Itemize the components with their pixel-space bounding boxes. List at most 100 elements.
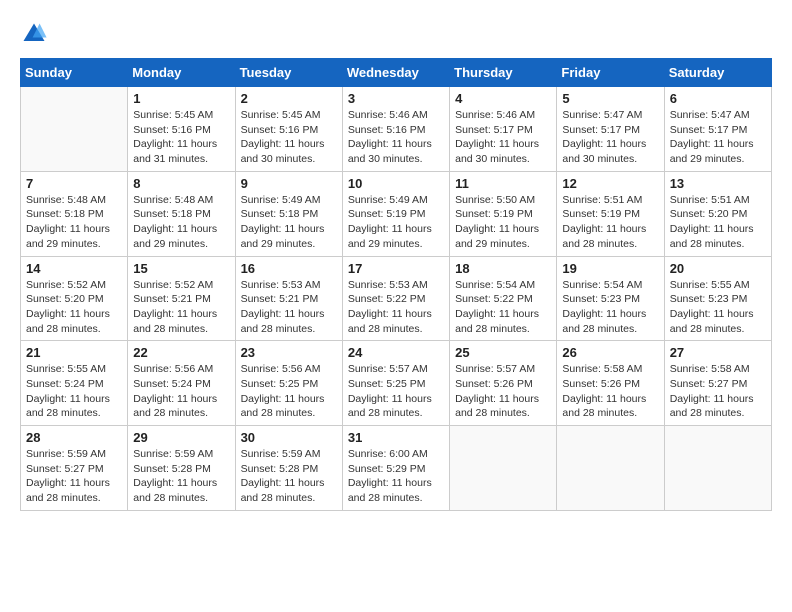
day-detail: Sunrise: 5:49 AMSunset: 5:19 PMDaylight:…: [348, 193, 444, 252]
day-number: 27: [670, 345, 766, 360]
day-number: 7: [26, 176, 122, 191]
calendar-cell: 10 Sunrise: 5:49 AMSunset: 5:19 PMDayligh…: [342, 171, 449, 256]
calendar-cell: 19 Sunrise: 5:54 AMSunset: 5:23 PMDayligh…: [557, 256, 664, 341]
day-detail: Sunrise: 5:47 AMSunset: 5:17 PMDaylight:…: [670, 108, 766, 167]
logo: [20, 20, 52, 48]
calendar-cell: 17Sunrise: 5:53 AMSunset: 5:22 PMDayligh…: [342, 256, 449, 341]
day-detail: Sunrise: 5:48 AMSunset: 5:18 PMDaylight:…: [26, 193, 122, 252]
day-detail: Sunrise: 5:45 AMSunset: 5:16 PMDaylight:…: [241, 108, 337, 167]
day-detail: Sunrise: 5:50 AMSunset: 5:19 PMDaylight:…: [455, 193, 551, 252]
day-number: 13: [670, 176, 766, 191]
calendar-cell: 31 Sunrise: 6:00 AMSunset: 5:29 PMDayligh…: [342, 426, 449, 511]
day-number: 10: [348, 176, 444, 191]
logo-icon: [20, 20, 48, 48]
day-number: 14: [26, 261, 122, 276]
day-detail: Sunrise: 5:57 AMSunset: 5:26 PMDaylight:…: [455, 362, 551, 421]
header-wednesday: Wednesday: [342, 59, 449, 87]
day-detail: Sunrise: 5:46 AMSunset: 5:16 PMDaylight:…: [348, 108, 444, 167]
calendar-header-row: SundayMondayTuesdayWednesdayThursdayFrid…: [21, 59, 772, 87]
day-number: 26: [562, 345, 658, 360]
day-number: 18: [455, 261, 551, 276]
day-number: 12: [562, 176, 658, 191]
day-detail: Sunrise: 5:47 AMSunset: 5:17 PMDaylight:…: [562, 108, 658, 167]
day-number: 2: [241, 91, 337, 106]
day-number: 19: [562, 261, 658, 276]
calendar-cell: 1 Sunrise: 5:45 AMSunset: 5:16 PMDaylight…: [128, 87, 235, 172]
day-detail: Sunrise: 5:55 AMSunset: 5:24 PMDaylight:…: [26, 362, 122, 421]
calendar: SundayMondayTuesdayWednesdayThursdayFrid…: [20, 58, 772, 511]
day-detail: Sunrise: 5:53 AMSunset: 5:21 PMDaylight:…: [241, 278, 337, 337]
day-detail: Sunrise: 5:51 AMSunset: 5:20 PMDaylight:…: [670, 193, 766, 252]
week-row-5: 28 Sunrise: 5:59 AMSunset: 5:27 PMDayligh…: [21, 426, 772, 511]
day-detail: Sunrise: 5:56 AMSunset: 5:25 PMDaylight:…: [241, 362, 337, 421]
calendar-cell: 2 Sunrise: 5:45 AMSunset: 5:16 PMDaylight…: [235, 87, 342, 172]
calendar-cell: 5 Sunrise: 5:47 AMSunset: 5:17 PMDaylight…: [557, 87, 664, 172]
calendar-cell: 13 Sunrise: 5:51 AMSunset: 5:20 PMDayligh…: [664, 171, 771, 256]
header-monday: Monday: [128, 59, 235, 87]
day-detail: Sunrise: 5:58 AMSunset: 5:26 PMDaylight:…: [562, 362, 658, 421]
day-number: 28: [26, 430, 122, 445]
day-detail: Sunrise: 5:52 AMSunset: 5:21 PMDaylight:…: [133, 278, 229, 337]
calendar-cell: [664, 426, 771, 511]
calendar-cell: 30 Sunrise: 5:59 AMSunset: 5:28 PMDayligh…: [235, 426, 342, 511]
day-detail: Sunrise: 5:53 AMSunset: 5:22 PMDaylight:…: [348, 278, 444, 337]
header-friday: Friday: [557, 59, 664, 87]
day-detail: Sunrise: 5:59 AMSunset: 5:27 PMDaylight:…: [26, 447, 122, 506]
day-detail: Sunrise: 5:45 AMSunset: 5:16 PMDaylight:…: [133, 108, 229, 167]
calendar-cell: [450, 426, 557, 511]
day-number: 25: [455, 345, 551, 360]
day-detail: Sunrise: 5:59 AMSunset: 5:28 PMDaylight:…: [133, 447, 229, 506]
calendar-cell: 23 Sunrise: 5:56 AMSunset: 5:25 PMDayligh…: [235, 341, 342, 426]
day-detail: Sunrise: 5:56 AMSunset: 5:24 PMDaylight:…: [133, 362, 229, 421]
header: [20, 20, 772, 48]
day-number: 8: [133, 176, 229, 191]
day-number: 20: [670, 261, 766, 276]
calendar-cell: 14 Sunrise: 5:52 AMSunset: 5:20 PMDayligh…: [21, 256, 128, 341]
calendar-cell: 21 Sunrise: 5:55 AMSunset: 5:24 PMDayligh…: [21, 341, 128, 426]
day-detail: Sunrise: 6:00 AMSunset: 5:29 PMDaylight:…: [348, 447, 444, 506]
week-row-4: 21 Sunrise: 5:55 AMSunset: 5:24 PMDayligh…: [21, 341, 772, 426]
day-number: 11: [455, 176, 551, 191]
calendar-cell: 25 Sunrise: 5:57 AMSunset: 5:26 PMDayligh…: [450, 341, 557, 426]
day-number: 1: [133, 91, 229, 106]
header-saturday: Saturday: [664, 59, 771, 87]
header-sunday: Sunday: [21, 59, 128, 87]
day-detail: Sunrise: 5:48 AMSunset: 5:18 PMDaylight:…: [133, 193, 229, 252]
calendar-cell: 7 Sunrise: 5:48 AMSunset: 5:18 PMDaylight…: [21, 171, 128, 256]
calendar-cell: 11 Sunrise: 5:50 AMSunset: 5:19 PMDayligh…: [450, 171, 557, 256]
week-row-2: 7 Sunrise: 5:48 AMSunset: 5:18 PMDaylight…: [21, 171, 772, 256]
day-number: 21: [26, 345, 122, 360]
calendar-cell: 6 Sunrise: 5:47 AMSunset: 5:17 PMDaylight…: [664, 87, 771, 172]
day-detail: Sunrise: 5:54 AMSunset: 5:22 PMDaylight:…: [455, 278, 551, 337]
day-detail: Sunrise: 5:52 AMSunset: 5:20 PMDaylight:…: [26, 278, 122, 337]
day-number: 23: [241, 345, 337, 360]
day-number: 9: [241, 176, 337, 191]
day-number: 24: [348, 345, 444, 360]
day-number: 31: [348, 430, 444, 445]
calendar-cell: 4Sunrise: 5:46 AMSunset: 5:17 PMDaylight…: [450, 87, 557, 172]
calendar-cell: 9 Sunrise: 5:49 AMSunset: 5:18 PMDaylight…: [235, 171, 342, 256]
day-number: 16: [241, 261, 337, 276]
day-number: 30: [241, 430, 337, 445]
day-detail: Sunrise: 5:59 AMSunset: 5:28 PMDaylight:…: [241, 447, 337, 506]
week-row-1: 1 Sunrise: 5:45 AMSunset: 5:16 PMDaylight…: [21, 87, 772, 172]
day-number: 22: [133, 345, 229, 360]
day-number: 5: [562, 91, 658, 106]
day-number: 15: [133, 261, 229, 276]
day-number: 29: [133, 430, 229, 445]
calendar-cell: [21, 87, 128, 172]
day-number: 6: [670, 91, 766, 106]
day-detail: Sunrise: 5:57 AMSunset: 5:25 PMDaylight:…: [348, 362, 444, 421]
header-thursday: Thursday: [450, 59, 557, 87]
day-detail: Sunrise: 5:58 AMSunset: 5:27 PMDaylight:…: [670, 362, 766, 421]
day-detail: Sunrise: 5:49 AMSunset: 5:18 PMDaylight:…: [241, 193, 337, 252]
day-detail: Sunrise: 5:55 AMSunset: 5:23 PMDaylight:…: [670, 278, 766, 337]
calendar-cell: [557, 426, 664, 511]
calendar-cell: 20 Sunrise: 5:55 AMSunset: 5:23 PMDayligh…: [664, 256, 771, 341]
day-detail: Sunrise: 5:46 AMSunset: 5:17 PMDaylight:…: [455, 108, 551, 167]
calendar-cell: 12Sunrise: 5:51 AMSunset: 5:19 PMDayligh…: [557, 171, 664, 256]
day-detail: Sunrise: 5:54 AMSunset: 5:23 PMDaylight:…: [562, 278, 658, 337]
day-number: 3: [348, 91, 444, 106]
calendar-cell: 26 Sunrise: 5:58 AMSunset: 5:26 PMDayligh…: [557, 341, 664, 426]
week-row-3: 14 Sunrise: 5:52 AMSunset: 5:20 PMDayligh…: [21, 256, 772, 341]
